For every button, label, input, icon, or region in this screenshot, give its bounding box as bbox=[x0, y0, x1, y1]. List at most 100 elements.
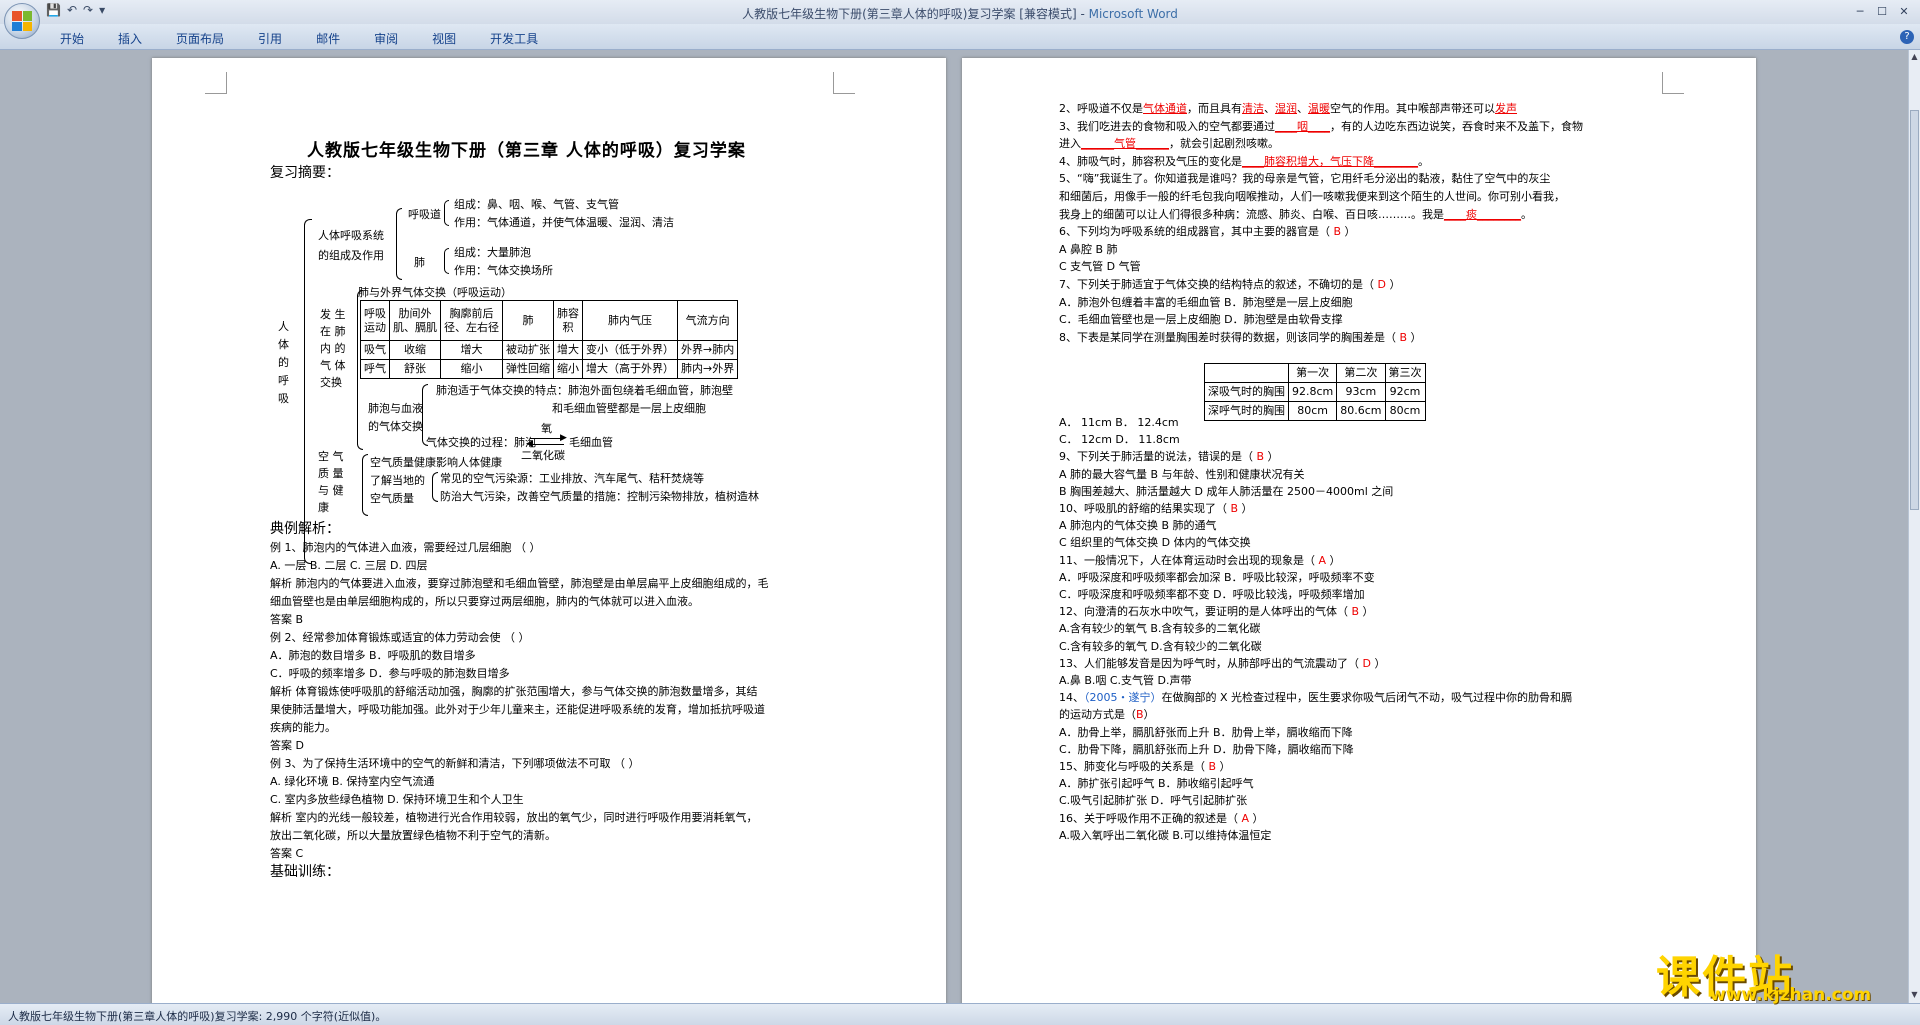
breathing-table-header-cell: 胸廓前后 径、左右径 bbox=[440, 300, 503, 341]
line-fragment: 清洁 bbox=[1242, 102, 1264, 115]
page-2-line: A.吸入氧呼出二氧化碳 B.可以维持体温恒定 bbox=[1059, 829, 1271, 843]
line-fragment: 8、下表是某同学在测量胸围差时获得的数据，则该同学的胸围差是（ bbox=[1059, 330, 1400, 344]
maximize-icon[interactable]: ☐ bbox=[1872, 2, 1892, 20]
line-fragment: 温暖 bbox=[1308, 102, 1330, 115]
tree-blood: 肺泡与血液 的气体交换 bbox=[368, 402, 423, 433]
line-fragment: C.吸气引起肺扩张 D．呼气引起肺扩张 bbox=[1059, 794, 1248, 808]
ribbon-tab-0[interactable]: 开始 bbox=[60, 30, 84, 47]
scroll-up-icon[interactable]: ▲ bbox=[1910, 52, 1919, 61]
title-bar: 💾 ↶ ↷ ▾ 人教版七年级生物下册(第三章人体的呼吸)复习学案 [兼容模式] … bbox=[0, 0, 1920, 24]
chest-table-header-cell bbox=[1204, 363, 1289, 383]
line-fragment: A 鼻腔 B 肺 bbox=[1059, 242, 1118, 256]
chest-table-header-cell: 第二次 bbox=[1336, 363, 1386, 383]
tree-exchange: 发 生 在 肺 内 的 气 体 交换 bbox=[320, 308, 346, 389]
line-fragment: B bbox=[1351, 605, 1360, 619]
line-fragment: ） bbox=[1407, 330, 1422, 344]
page-2-line: 14、（2005・遂宁）在做胸部的 X 光检查过程中，医生要求你吸气后闭气不动，… bbox=[1059, 691, 1572, 705]
chest-table-header-cell: 第三次 bbox=[1384, 363, 1426, 383]
chest-table-row: 深吸气时的胸围 92.8cm 93cm 92cm bbox=[1204, 382, 1426, 402]
document-title: 人教版七年级生物下册(第三章人体的呼吸)复习学案 [兼容模式] - bbox=[742, 7, 1089, 21]
breathing-table-header-cell: 肋间外 肌、膈肌 bbox=[389, 300, 441, 341]
breathing-table-cell: 增大 bbox=[553, 340, 583, 360]
scroll-thumb[interactable] bbox=[1910, 110, 1919, 510]
ribbon-tab-5[interactable]: 审阅 bbox=[374, 30, 398, 47]
line-fragment: ，而且具有 bbox=[1187, 102, 1242, 115]
ribbon-tab-6[interactable]: 视图 bbox=[432, 30, 456, 47]
line-fragment: ） bbox=[1238, 502, 1253, 515]
tree-lung: 肺 bbox=[414, 256, 425, 269]
breathing-table-cell: 增大 bbox=[440, 340, 503, 360]
page-2-line: A． 11cm B． 12.4cm bbox=[1059, 416, 1179, 430]
page-2-line: A．肺泡外包缠着丰富的毛细血管 B．肺泡壁是一层上皮细胞 bbox=[1059, 296, 1353, 310]
tree-tract-comp: 组成：鼻、咽、喉、气管、支气管 bbox=[454, 198, 619, 211]
line-fragment: B 胸围差越大、肺活量越大 D 成年人肺活量在 2500－4000ml 之间 bbox=[1059, 484, 1394, 498]
line-fragment: B bbox=[1208, 760, 1217, 773]
ribbon-tab-4[interactable]: 邮件 bbox=[316, 30, 340, 47]
line-fragment: 我身上的细菌可以让人们得很多种病：流感、肺炎、白喉、百日咳………。我是 bbox=[1059, 207, 1444, 221]
page-2-line: A 肺的最大容气量 B 与年龄、性别和健康状况有关 bbox=[1059, 468, 1305, 482]
office-button[interactable] bbox=[4, 3, 40, 39]
line-fragment: ） bbox=[1216, 760, 1231, 773]
line-fragment: A bbox=[1318, 553, 1327, 567]
pollution-source: 常见的空气污染源：工业排放、汽车尾气、秸秆焚烧等 bbox=[440, 472, 704, 485]
chest-table-cell: 93cm bbox=[1336, 382, 1386, 402]
line-fragment: ____咽____ bbox=[1275, 119, 1330, 133]
line-fragment: ） bbox=[1249, 811, 1264, 825]
app-name: Microsoft Word bbox=[1088, 7, 1178, 21]
breathing-table-cell: 弹性回缩 bbox=[502, 359, 554, 379]
page-1-line: 例 1、肺泡内的气体进入血液，需要经过几层细胞 （ ） bbox=[270, 541, 541, 554]
vertical-scrollbar[interactable]: ▲ ▼ bbox=[1908, 50, 1920, 1003]
office-logo-icon bbox=[12, 11, 32, 31]
page-2-line: C．呼吸深度和呼吸频率都不变 D．呼吸比较浅，呼吸频率增加 bbox=[1059, 588, 1365, 602]
page-1-line: 解析 体育锻炼使呼吸肌的舒缩活动加强，胸廓的扩张范围增大，参与气体交换的肺泡数量… bbox=[270, 685, 758, 698]
close-icon[interactable]: ✕ bbox=[1894, 2, 1914, 20]
line-fragment: A．肋骨上举，膈肌舒张而上升 B．肋骨上举，膈收缩而下降 bbox=[1059, 725, 1353, 739]
breathing-table: 呼吸 运动 肋间外 肌、膈肌 胸廓前后 径、左右径肺肺容 积肺内气压 气流方向 吸气 收缩… bbox=[360, 300, 739, 379]
page-2-line: 6、下列均为呼吸系统的组成器官，其中主要的器官是（ B ） bbox=[1059, 225, 1356, 239]
ribbon-tab-1[interactable]: 插入 bbox=[118, 30, 142, 47]
breathing-table-header-cell: 肺内气压 bbox=[582, 300, 678, 341]
line-fragment: C． 12cm D． 11.8cm bbox=[1059, 433, 1180, 447]
page-2-line: C.含有较多的氧气 D.含有较少的二氧化碳 bbox=[1059, 640, 1262, 654]
minimize-icon[interactable]: ─ bbox=[1850, 2, 1870, 20]
line-fragment: 3、我们吃进去的食物和吸入的空气都要通过 bbox=[1059, 119, 1275, 133]
line-fragment: ） bbox=[1370, 656, 1386, 670]
page-1-line: 答案 C bbox=[270, 847, 304, 860]
ribbon-tab-2[interactable]: 页面布局 bbox=[176, 30, 224, 47]
page-2-line: 10、呼吸肌的舒缩的结果实现了（ B ） bbox=[1059, 502, 1253, 516]
line-fragment: 、 bbox=[1264, 102, 1275, 115]
table-title: 肺与外界气体交换（呼吸运动） bbox=[358, 286, 512, 299]
page-1-line: 答案 D bbox=[270, 739, 304, 752]
line-fragment: A．肺泡外包缠着丰富的毛细血管 B．肺泡壁是一层上皮细胞 bbox=[1059, 295, 1353, 309]
help-icon[interactable]: ? bbox=[1900, 30, 1914, 44]
page-2-line: A．肺扩张引起呼气 B．肺收缩引起呼气 bbox=[1059, 777, 1254, 791]
tree-root: 人 体 的 呼 吸 bbox=[278, 320, 289, 405]
status-text: 人教版七年级生物下册(第三章人体的呼吸)复习学案: 2,990 个字符(近似值)… bbox=[8, 1010, 387, 1023]
line-fragment: C 支气管 D 气管 bbox=[1059, 260, 1141, 274]
page-2-line: A.鼻 B.咽 C.支气管 D.声带 bbox=[1059, 674, 1192, 688]
crop-mark bbox=[1662, 72, 1684, 94]
line-fragment: ______气管______ bbox=[1081, 137, 1169, 151]
page-2-line: 进入______气管______，就会引起剧烈咳嗽。 bbox=[1059, 137, 1279, 151]
page-2-line: 3、我们吃进去的食物和吸入的空气都要通过____咽____，有的人边吃东西边说笑… bbox=[1059, 120, 1583, 134]
line-fragment: A.含有较少的氧气 B.含有较多的二氧化碳 bbox=[1059, 622, 1261, 636]
page-2-line: 11、一般情况下，人在体育运动时会出现的现象是（ A ） bbox=[1059, 554, 1341, 568]
ribbon-tab-7[interactable]: 开发工具 bbox=[490, 30, 538, 47]
line-fragment: B bbox=[1256, 450, 1265, 464]
breathing-table-cell: 肺内→外界 bbox=[676, 359, 739, 379]
page-2-line: 我身上的细菌可以让人们得很多种病：流感、肺炎、白喉、百日咳………。我是____痰… bbox=[1059, 208, 1532, 222]
tree-air-1: 空气质量健康影响人体健康 bbox=[370, 456, 502, 469]
line-fragment: 的运动方式是（ bbox=[1059, 708, 1136, 722]
ribbon-tab-3[interactable]: 引用 bbox=[258, 30, 282, 47]
chest-table-cell: 92.8cm bbox=[1287, 382, 1338, 402]
line-fragment: C．呼吸深度和呼吸频率都不变 D．呼吸比较浅，呼吸频率增加 bbox=[1059, 588, 1365, 601]
page-2-line: C 支气管 D 气管 bbox=[1059, 260, 1141, 274]
chest-table: 第一次 第二次 第三次 深吸气时的胸围 92.8cm 93cm 92cm 深呼气时的胸围 80c… bbox=[1204, 363, 1426, 421]
page-2-line: 9、下列关于肺活量的说法，错误的是（ B ） bbox=[1059, 450, 1279, 464]
line-fragment: ，有的人边吃东西边说笑，吞食时来不及盖下，食物 bbox=[1330, 119, 1583, 133]
breathing-table-cell: 被动扩张 bbox=[502, 340, 554, 360]
line-fragment: 湿润 bbox=[1275, 102, 1297, 115]
page-1-line: 例 2、经常参加体育锻炼或适宜的体力劳动会使 （ ） bbox=[270, 631, 530, 644]
line-fragment: ，就会引起剧烈咳嗽。 bbox=[1169, 137, 1279, 151]
line-fragment: A.鼻 B.咽 C.支气管 D.声带 bbox=[1059, 674, 1192, 687]
